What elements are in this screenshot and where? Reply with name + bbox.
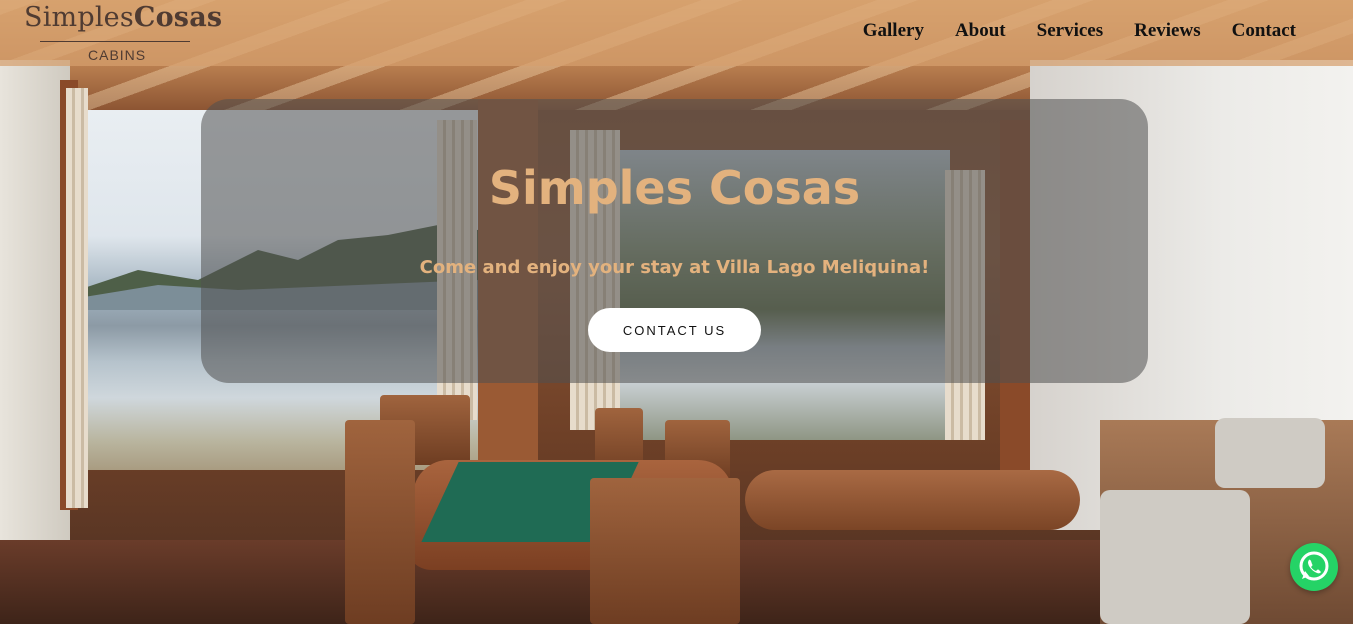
whatsapp-icon bbox=[1299, 551, 1329, 581]
hero-title: Simples Cosas bbox=[488, 161, 861, 215]
chair bbox=[590, 478, 740, 624]
nav-link-about[interactable]: About bbox=[955, 20, 1006, 42]
nav-link-contact[interactable]: Contact bbox=[1232, 20, 1296, 42]
logo-word-cosas: Cosas bbox=[133, 2, 223, 33]
cushion bbox=[1215, 418, 1325, 488]
coffee-table bbox=[745, 470, 1080, 530]
curtain bbox=[66, 88, 88, 508]
logo[interactable]: SimplesCosas CABINS bbox=[22, 2, 222, 64]
nav-link-services[interactable]: Services bbox=[1037, 20, 1103, 42]
hero-subtitle: Come and enjoy your stay at Villa Lago M… bbox=[419, 257, 930, 278]
main-nav: Gallery About Services Reviews Contact bbox=[832, 20, 1296, 42]
hero-panel: Simples Cosas Come and enjoy your stay a… bbox=[201, 99, 1148, 383]
whatsapp-button[interactable] bbox=[1290, 543, 1338, 591]
nav-link-reviews[interactable]: Reviews bbox=[1134, 20, 1200, 42]
chair bbox=[345, 420, 415, 624]
cushion bbox=[1100, 490, 1250, 624]
logo-divider bbox=[40, 41, 190, 42]
logo-tagline: CABINS bbox=[88, 47, 147, 63]
contact-us-button[interactable]: CONTACT US bbox=[588, 308, 761, 352]
nav-link-gallery[interactable]: Gallery bbox=[863, 20, 924, 42]
logo-wordmark: SimplesCosas bbox=[24, 2, 222, 33]
site-header: SimplesCosas CABINS Gallery About Servic… bbox=[0, 0, 1353, 66]
logo-word-simples: Simples bbox=[24, 2, 134, 33]
